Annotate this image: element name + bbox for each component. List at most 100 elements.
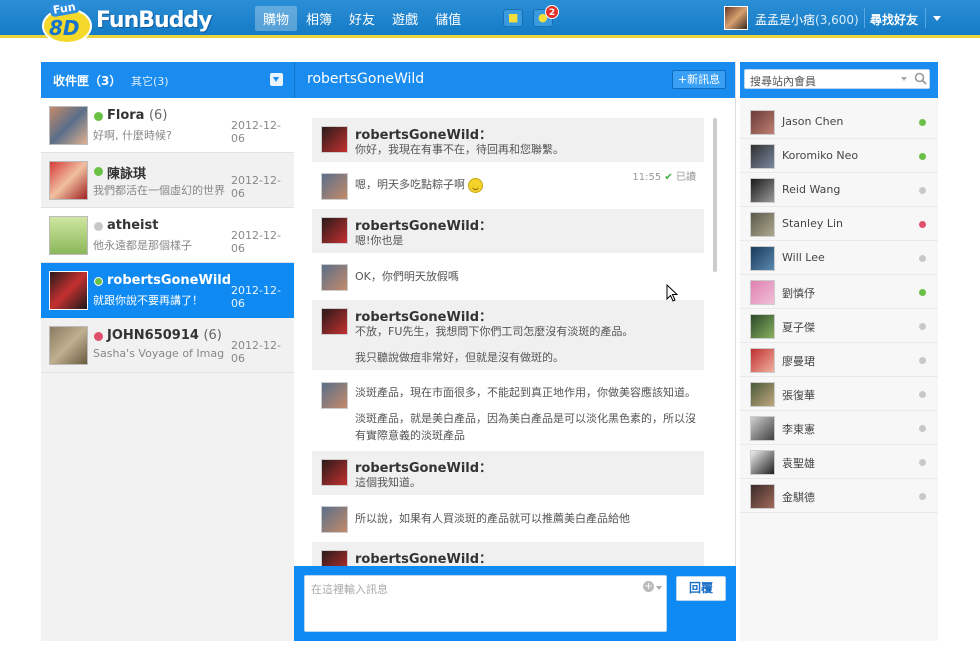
message-text: 這個我知道。 (355, 476, 421, 489)
member-item[interactable]: 金騏德 (740, 479, 938, 513)
main-nav: 購物 相簿 好友 遊戲 儲值 (255, 6, 470, 31)
online-status-icon (919, 119, 926, 126)
search-dropdown-icon[interactable] (901, 77, 907, 81)
member-item[interactable]: Stanley Lin (740, 207, 938, 241)
offline-status-icon (919, 425, 926, 432)
nav-item-shop[interactable]: 購物 (255, 6, 298, 31)
avatar (49, 326, 88, 365)
message-item: robertsGoneWild： 不放，FU先生，我想問下你們工司怎麼沒有淡斑的… (312, 300, 704, 370)
offline-status-icon (919, 187, 926, 194)
divider (864, 8, 865, 28)
nav-item-topup[interactable]: 儲值 (427, 6, 469, 31)
offline-status-icon (919, 493, 926, 500)
user-points: (3,600) (815, 13, 859, 27)
chat-header: robertsGoneWild +新訊息 (294, 62, 735, 98)
offline-status-icon (94, 222, 103, 231)
online-status-icon (919, 153, 926, 160)
search-icon[interactable] (914, 72, 927, 85)
avatar (321, 264, 348, 291)
nav-item-games[interactable]: 遊戲 (384, 6, 426, 31)
message-item: OK，你們明天放假嗎 (312, 258, 704, 294)
user-menu-caret-icon[interactable] (933, 16, 941, 21)
message-scrollbar[interactable] (713, 118, 717, 272)
find-friends-link[interactable]: 尋找好友 (870, 11, 918, 28)
user-name[interactable]: 孟孟是小痞(3,600) (755, 11, 859, 28)
conversation-date: 2012-12-06 (231, 119, 281, 145)
online-status-icon (919, 289, 926, 296)
avatar (750, 178, 775, 203)
conversation-date: 2012-12-06 (231, 174, 281, 200)
conversation-date: 2012-12-06 (231, 229, 281, 255)
mouse-pointer-icon (666, 284, 678, 302)
reply-button[interactable]: 回覆 (676, 576, 726, 601)
conversation-name: JOHN650914 (6) (107, 328, 222, 343)
avatar (750, 450, 775, 475)
app-name: FunBuddy (96, 8, 213, 33)
inbox-dropdown-icon[interactable] (270, 73, 283, 86)
message-text: 有實際意義的淡斑產品 (355, 429, 465, 442)
avatar (750, 416, 775, 441)
top-bar: Fun 8D FunBuddy 購物 相簿 好友 遊戲 儲值 ■ ● 2 孟孟是… (0, 0, 980, 44)
member-item[interactable]: Koromiko Neo (740, 139, 938, 173)
attach-dropdown-icon[interactable] (656, 586, 662, 590)
offline-status-icon (919, 357, 926, 364)
member-item[interactable]: 夏子傑 (740, 309, 938, 343)
message-text: 淡斑產品，現在市面很多，不能起到真正地作用，你做美容應該知道。 (355, 386, 696, 399)
app-logo[interactable]: Fun 8D FunBuddy (40, 0, 213, 44)
attach-plus-icon[interactable]: + (643, 581, 654, 592)
message-text: 淡斑產品，就是美白產品，因為美白產品是可以淡化黑色素的，所以沒 (355, 412, 696, 425)
member-item[interactable]: 袁聖雄 (740, 445, 938, 479)
message-list[interactable]: robertsGoneWild： 你好，我現在有事不在，待回再和您聯繫。 嗯，明… (294, 98, 736, 566)
member-item[interactable]: 李東憲 (740, 411, 938, 445)
member-search-placeholder: 搜尋站內會員 (750, 75, 816, 88)
conversation-item[interactable]: atheist 他永遠都是那個樣子 2012-12-06 (41, 208, 294, 263)
conversation-name: robertsGoneWild (107, 273, 232, 288)
avatar (49, 271, 88, 310)
message-read-status: 已讀 (676, 172, 696, 183)
member-item[interactable]: Jason Chen (740, 105, 938, 139)
member-item[interactable]: 廖曼珺 (740, 343, 938, 377)
logo-badge: Fun 8D (40, 0, 96, 44)
member-item[interactable]: 張復華 (740, 377, 938, 411)
nav-item-friends[interactable]: 好友 (341, 6, 383, 31)
member-name: 李東憲 (782, 423, 815, 436)
message-input[interactable]: 在這裡輸入訊息 + (304, 575, 667, 632)
conversation-item[interactable]: Flora (6) 好啊, 什麼時候? 2012-12-06 (41, 98, 294, 153)
message-item: robertsGoneWild： 嗯!你也是 (312, 209, 704, 253)
chat-bubble-button[interactable]: ■ (503, 9, 523, 27)
chat-title: robertsGoneWild (307, 71, 425, 87)
offline-status-icon (919, 323, 926, 330)
message-sender: robertsGoneWild： (355, 552, 493, 566)
online-status-icon (94, 112, 103, 121)
message-meta: 11:55 ✔ 已讀 (632, 168, 696, 183)
inbox-tab[interactable]: 收件匣（3） (53, 72, 121, 89)
offline-status-icon (919, 459, 926, 466)
member-item[interactable]: 劉慎伃 (740, 275, 938, 309)
member-panel: 搜尋站內會員 Jason Chen Koromiko Neo Reid Wang… (740, 62, 938, 641)
busy-status-icon (919, 221, 926, 228)
conversation-item[interactable]: JOHN650914 (6) Sasha's Voyage of Imagina… (41, 318, 294, 373)
avatar (750, 110, 775, 135)
member-name: Stanley Lin (782, 217, 843, 230)
conversation-name: 陳詠琪 (107, 167, 147, 182)
member-name: 張復華 (782, 389, 815, 402)
member-search-input[interactable]: 搜尋站內會員 (744, 69, 930, 89)
avatar (750, 246, 775, 271)
other-tab[interactable]: 其它(3) (131, 73, 169, 89)
member-item[interactable]: Will Lee (740, 241, 938, 275)
conversation-item-selected[interactable]: robertsGoneWild 就跟你說不要再講了！ 2012-12-06 (41, 263, 294, 318)
member-item[interactable]: Reid Wang (740, 173, 938, 207)
conversation-name: atheist (107, 218, 159, 233)
logo-badge-number: 8D (49, 16, 80, 40)
user-avatar[interactable] (724, 6, 748, 30)
message-item: 所以說，如果有人買淡斑的產品就可以推薦美白產品給他 (312, 502, 704, 538)
message-text: 我只聽說做痘非常好，但就是沒有做斑的。 (355, 351, 564, 364)
nav-item-album[interactable]: 相簿 (298, 6, 340, 31)
conversation-item[interactable]: 陳詠琪 我們都活在一個虛幻的世界 2012-12-06 (41, 153, 294, 208)
message-time: 11:55 (632, 172, 662, 183)
message-text: 你好，我現在有事不在，待回再和您聯繫。 (355, 143, 564, 156)
new-message-button[interactable]: +新訊息 (672, 70, 726, 89)
inbox-header: 收件匣（3） 其它(3) (41, 62, 294, 98)
member-name: 夏子傑 (782, 321, 815, 334)
conversation-preview: 就跟你說不要再講了！ (93, 294, 203, 307)
